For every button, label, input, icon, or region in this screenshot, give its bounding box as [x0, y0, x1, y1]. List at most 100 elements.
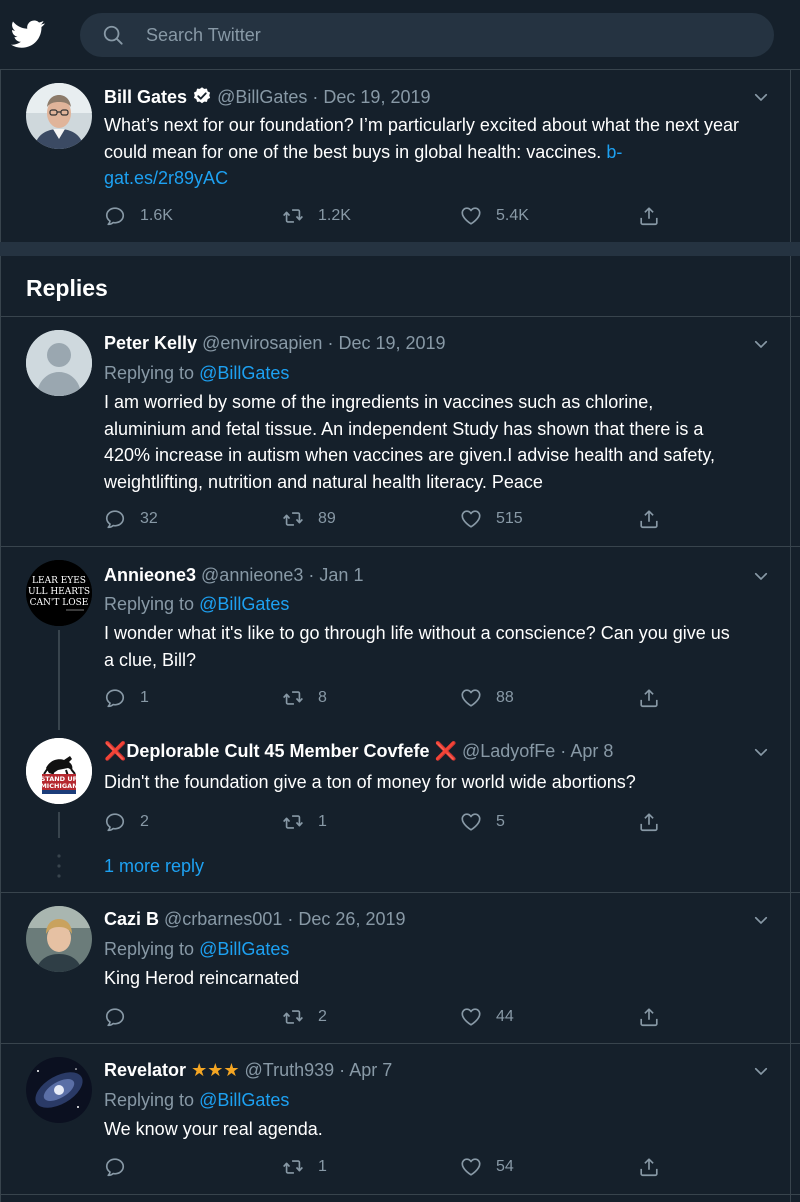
retweet-count: 89 [318, 510, 336, 527]
retweet-icon [282, 508, 304, 530]
tweet-header: Revelator ★★★ @Truth939 · Apr 7 [104, 1060, 392, 1081]
replying-to-link[interactable]: @BillGates [199, 1090, 289, 1110]
replying-to-link[interactable]: @BillGates [199, 939, 289, 959]
author-name[interactable]: Cazi B [104, 909, 159, 929]
retweet-button[interactable]: 89 [282, 507, 336, 531]
reply-button[interactable]: 32 [104, 507, 158, 531]
like-icon [460, 1156, 482, 1178]
chevron-down-icon[interactable] [752, 567, 770, 585]
like-count: 5.4K [496, 207, 529, 224]
thread-line [58, 812, 60, 838]
search-input[interactable] [146, 13, 746, 57]
tweet-text-content: What’s next for our foundation? I’m part… [104, 115, 740, 162]
like-button[interactable]: 88 [460, 686, 514, 710]
share-icon [638, 811, 660, 833]
reply-tweet[interactable]: LEAR EYES ULL HEARTS CAN'T LOSE Annieone… [0, 547, 800, 725]
tweet-date[interactable]: Dec 19, 2019 [338, 333, 445, 353]
share-button[interactable] [638, 204, 674, 228]
search-box[interactable] [80, 13, 774, 57]
retweet-button[interactable]: 1 [282, 810, 327, 834]
author-handle[interactable]: @envirosapien [202, 333, 322, 353]
tweet-date[interactable]: Dec 26, 2019 [298, 909, 405, 929]
tweet-text: King Herod reincarnated [104, 965, 764, 992]
replies-heading: Replies [26, 275, 108, 301]
show-more-replies-link[interactable]: 1 more reply [104, 856, 204, 877]
thread-line [58, 630, 60, 730]
author-handle[interactable]: @Truth939 [245, 1060, 335, 1080]
like-icon [460, 811, 482, 833]
author-handle[interactable]: @crbarnes001 [164, 909, 282, 929]
avatar[interactable] [26, 330, 92, 396]
like-button[interactable]: 44 [460, 1005, 514, 1029]
reply-icon [104, 811, 126, 833]
author-name[interactable]: Revelator [104, 1060, 186, 1080]
like-button[interactable]: 515 [460, 507, 523, 531]
like-count: 44 [496, 1008, 514, 1025]
retweet-count: 1 [318, 1158, 327, 1175]
tweet-date[interactable]: Apr 8 [570, 741, 613, 761]
replying-to-label: Replying to [104, 594, 195, 614]
avatar[interactable]: STAND UP MICHIGAN [26, 738, 92, 804]
retweet-button[interactable]: 1.2K [282, 204, 351, 228]
retweet-icon [282, 1006, 304, 1028]
like-button[interactable]: 5 [460, 810, 505, 834]
chevron-down-icon[interactable] [752, 1062, 770, 1080]
replying-to-link[interactable]: @BillGates [199, 363, 289, 383]
main-tweet[interactable]: Bill Gates @BillGates · Dec 19, 2019 Wha… [0, 70, 800, 242]
reply-tweet[interactable]: Cazi B @crbarnes001 · Dec 26, 2019 Reply… [0, 893, 800, 1043]
avatar[interactable]: LEAR EYES ULL HEARTS CAN'T LOSE [26, 560, 92, 626]
tweet-line: weightlifting, nutrition and natural hea… [104, 471, 543, 492]
author-name[interactable]: Annieone3 [104, 565, 196, 585]
replying-to: Replying to @BillGates [104, 1090, 289, 1111]
share-button[interactable] [638, 507, 674, 531]
reply-count: 2 [140, 813, 149, 830]
author-name[interactable]: Deplorable Cult 45 Member Covfefe [126, 741, 429, 761]
author-name[interactable]: Bill Gates [104, 87, 187, 107]
tweet-date[interactable]: Dec 19, 2019 [323, 87, 430, 107]
like-icon [460, 205, 482, 227]
reply-tweet[interactable]: Peter Kelly @envirosapien · Dec 19, 2019… [0, 317, 800, 546]
reply-tweet[interactable]: Revelator ★★★ @Truth939 · Apr 7 Replying… [0, 1044, 800, 1194]
separator-dot: · [560, 741, 567, 761]
tweet-link-part2[interactable]: gat.es/2r89yAC [104, 168, 228, 188]
author-handle[interactable]: @BillGates [217, 87, 307, 107]
reply-button[interactable]: 2 [104, 810, 149, 834]
avatar[interactable] [26, 906, 92, 972]
reply-button[interactable]: 1.6K [104, 204, 173, 228]
avatar[interactable] [26, 83, 92, 149]
twitter-bird-icon[interactable] [10, 17, 46, 51]
author-handle[interactable]: @annieone3 [201, 565, 303, 585]
avatar[interactable] [26, 1057, 92, 1123]
chevron-down-icon[interactable] [752, 743, 770, 761]
like-button[interactable]: 5.4K [460, 204, 529, 228]
tweet-link-part1[interactable]: b- [606, 142, 622, 162]
tweet-date[interactable]: Jan 1 [319, 565, 363, 585]
reply-button[interactable]: 1 [104, 686, 149, 710]
retweet-button[interactable]: 2 [282, 1005, 327, 1029]
share-button[interactable] [638, 1155, 674, 1179]
tweet-line: 420% increase in autism when vaccines ar… [104, 445, 716, 465]
author-name[interactable]: Peter Kelly [104, 333, 197, 353]
separator-dot: · [339, 1060, 346, 1080]
like-icon [460, 508, 482, 530]
search-icon [103, 25, 123, 45]
tweet-date[interactable]: Apr 7 [349, 1060, 392, 1080]
author-handle[interactable]: @LadyofFe [462, 741, 555, 761]
chevron-down-icon[interactable] [752, 335, 770, 353]
chevron-down-icon[interactable] [752, 88, 770, 106]
chevron-down-icon[interactable] [752, 911, 770, 929]
reply-count: 1.6K [140, 207, 173, 224]
share-button[interactable] [638, 686, 674, 710]
retweet-button[interactable]: 8 [282, 686, 327, 710]
share-button[interactable] [638, 1005, 674, 1029]
reply-button[interactable] [104, 1005, 140, 1029]
cross-mark-icon: ❌ [104, 741, 127, 761]
like-count: 5 [496, 813, 505, 830]
like-button[interactable]: 54 [460, 1155, 514, 1179]
replying-to-link[interactable]: @BillGates [199, 594, 289, 614]
reply-button[interactable] [104, 1155, 140, 1179]
tweet-text: Didn't the foundation give a ton of mone… [104, 769, 764, 796]
retweet-button[interactable]: 1 [282, 1155, 327, 1179]
share-button[interactable] [638, 810, 674, 834]
like-count: 54 [496, 1158, 514, 1175]
